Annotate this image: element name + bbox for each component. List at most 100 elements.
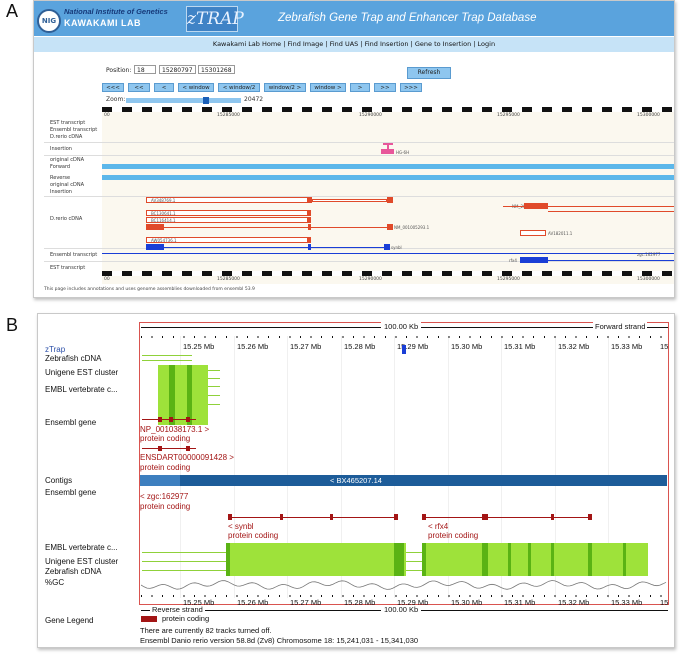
nav-button[interactable]: <<< bbox=[102, 83, 124, 92]
track-label: Ensembl gene bbox=[45, 488, 97, 497]
nav-button[interactable]: > bbox=[350, 83, 370, 92]
gene-name-np[interactable]: NP_001038173.1 > bbox=[140, 425, 209, 434]
est-exon[interactable] bbox=[422, 543, 426, 576]
track-label: original cDNA bbox=[50, 182, 85, 188]
gene-exon[interactable] bbox=[186, 446, 190, 451]
track-label: Unigene EST cluster bbox=[45, 368, 119, 377]
gene-model-rfx4[interactable] bbox=[422, 517, 592, 518]
zoom-slider-handle[interactable] bbox=[203, 97, 209, 104]
cdna-exon[interactable] bbox=[387, 224, 393, 230]
track-label: Reverse bbox=[50, 175, 71, 181]
gene-exon[interactable] bbox=[482, 514, 488, 520]
tick-label: 15.26 Mb bbox=[237, 598, 269, 607]
track-divider bbox=[44, 155, 674, 156]
panel-a-footer: This page includes annotations and uses … bbox=[44, 287, 255, 292]
ztrap-logo[interactable]: zTRAP bbox=[186, 6, 244, 32]
gene-model-synbl[interactable] bbox=[228, 517, 398, 518]
gene-exon[interactable] bbox=[394, 514, 398, 520]
est-exon[interactable] bbox=[588, 543, 592, 576]
gene-name-synbl[interactable]: < synbl bbox=[228, 522, 254, 531]
track-label: Unigene EST cluster bbox=[45, 557, 119, 566]
end-position-input[interactable]: 15301268 bbox=[198, 65, 235, 74]
track-label: Zebrafish cDNA bbox=[45, 354, 102, 363]
gene-type: protein coding bbox=[228, 531, 279, 540]
gene-name-ens[interactable]: ENSDART00000091428 > bbox=[140, 453, 234, 462]
gene-name-zgc[interactable]: < zgc:162977 bbox=[140, 492, 188, 501]
gene-exon[interactable] bbox=[186, 417, 190, 422]
track-divider bbox=[44, 261, 674, 262]
est-exon[interactable] bbox=[394, 543, 404, 576]
est-exon[interactable] bbox=[623, 543, 626, 576]
nav-button[interactable]: < window/2 bbox=[218, 83, 260, 92]
cdna-exon[interactable] bbox=[146, 224, 164, 230]
tracks-off-note: There are currently 82 tracks turned off… bbox=[140, 626, 272, 635]
insertion-marker[interactable] bbox=[381, 149, 394, 154]
track-label: Ensembl transcript bbox=[50, 127, 98, 133]
nav-button[interactable]: < bbox=[154, 83, 174, 92]
gene-type: protein coding bbox=[140, 434, 191, 443]
ztrap-insertion[interactable] bbox=[402, 345, 406, 354]
ensembl-label: zgc:162977 bbox=[637, 252, 661, 257]
est-exon[interactable] bbox=[187, 365, 192, 425]
track-label: Insertion bbox=[50, 189, 72, 195]
nig-logo[interactable]: NIG bbox=[37, 9, 61, 33]
gene-exon[interactable] bbox=[330, 514, 333, 520]
chromosome-input[interactable]: 18 bbox=[134, 65, 156, 74]
est-cluster-synbl[interactable] bbox=[226, 543, 406, 576]
ensembl-exon[interactable] bbox=[520, 257, 548, 263]
nav-button[interactable]: window/2 > bbox=[264, 83, 306, 92]
est-exon[interactable] bbox=[482, 543, 488, 576]
cdna-label: NM_001005293.1 bbox=[394, 225, 430, 230]
gene-exon[interactable] bbox=[422, 514, 426, 520]
cdna-label: AV182011.1 bbox=[548, 231, 573, 236]
zoom-slider[interactable] bbox=[126, 98, 241, 103]
est-cluster[interactable] bbox=[158, 365, 208, 425]
cdna-feature[interactable] bbox=[312, 199, 387, 202]
refresh-button[interactable]: Refresh bbox=[407, 67, 451, 79]
gene-type: protein coding bbox=[140, 463, 191, 472]
gene-exon[interactable] bbox=[551, 514, 554, 520]
nav-button[interactable]: window > bbox=[310, 83, 346, 92]
track-label: EMBL vertebrate c... bbox=[45, 385, 118, 394]
gene-type: protein coding bbox=[140, 502, 191, 511]
nav-button[interactable]: >> bbox=[374, 83, 396, 92]
cdna-exon[interactable] bbox=[308, 237, 311, 243]
track-label: Ensembl gene bbox=[45, 418, 97, 427]
cdna-exon[interactable] bbox=[387, 197, 393, 203]
ensembl-exon[interactable] bbox=[308, 244, 311, 250]
ensembl-exon[interactable] bbox=[146, 244, 164, 250]
est-cluster-rfx4[interactable] bbox=[422, 543, 648, 576]
est-exon[interactable] bbox=[226, 543, 230, 576]
gene-exon[interactable] bbox=[169, 417, 173, 422]
est-exon[interactable] bbox=[508, 543, 511, 576]
ensembl-exon[interactable] bbox=[384, 244, 390, 250]
nav-button[interactable]: < window bbox=[178, 83, 214, 92]
nav-button[interactable]: << bbox=[128, 83, 150, 92]
gene-name-rfx4[interactable]: < rfx4 bbox=[428, 522, 448, 531]
gene-exon[interactable] bbox=[158, 446, 162, 451]
est-exon[interactable] bbox=[551, 543, 554, 576]
ensembl-label: rfx4 bbox=[509, 258, 517, 263]
track-label-ztrap[interactable]: zTrap bbox=[45, 345, 65, 354]
cdna-feature[interactable] bbox=[520, 230, 546, 236]
gene-exon[interactable] bbox=[588, 514, 592, 520]
contig-label: < BX465207.14 bbox=[330, 476, 382, 485]
bottom-scale-label: 100.00 Kb bbox=[381, 605, 422, 614]
cdna-exon[interactable] bbox=[308, 217, 311, 223]
gene-exon[interactable] bbox=[280, 514, 283, 520]
nav-button[interactable]: >>> bbox=[400, 83, 422, 92]
tick-label: 15.31 Mb bbox=[504, 598, 536, 607]
track-divider bbox=[44, 142, 674, 143]
cdna-exon[interactable] bbox=[308, 224, 311, 230]
est-exon[interactable] bbox=[169, 365, 175, 425]
gene-exon[interactable] bbox=[158, 417, 162, 422]
gene-exon[interactable] bbox=[228, 514, 232, 520]
tick-label: 15 bbox=[660, 598, 669, 607]
cdna-exon[interactable] bbox=[308, 210, 311, 216]
ensembl-intron bbox=[164, 247, 387, 248]
est-exon[interactable] bbox=[528, 543, 531, 576]
start-position-input[interactable]: 15280797 bbox=[159, 65, 196, 74]
legend-swatch bbox=[141, 616, 157, 622]
cdna-label: BC130641.1 bbox=[151, 211, 176, 216]
top-nav-links[interactable]: Kawakami Lab Home | Find Image | Find UA… bbox=[34, 37, 674, 52]
